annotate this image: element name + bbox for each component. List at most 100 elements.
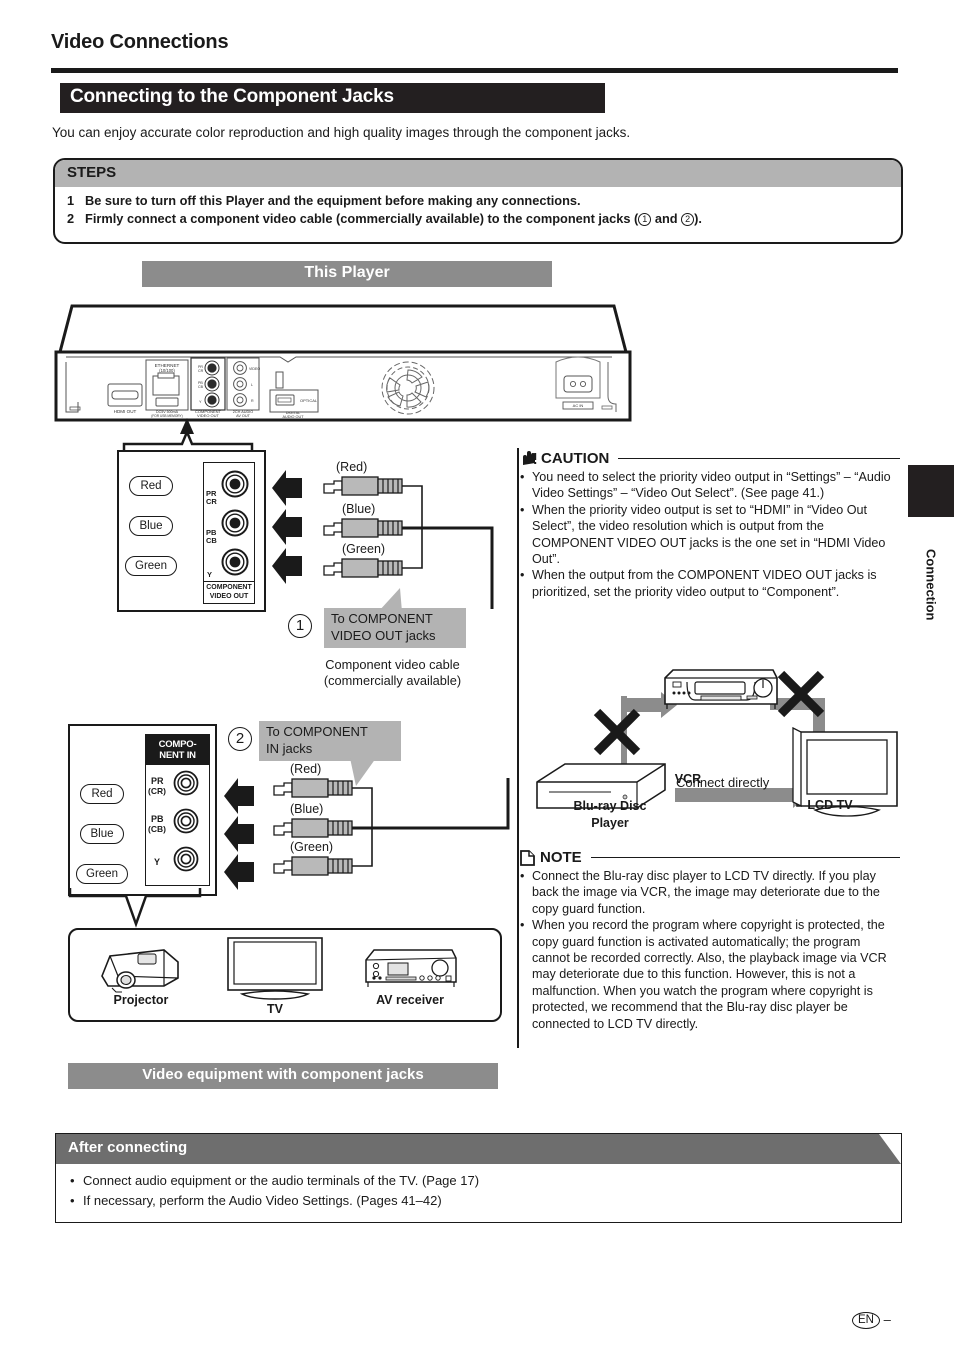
lcd-tv-label: LCD TV	[807, 798, 853, 812]
side-tab-label: Connection	[923, 549, 939, 621]
caution-bullet: • You need to select the priority video o…	[520, 469, 900, 502]
column-separator	[517, 448, 519, 1048]
callout-in-line2: IN jacks	[266, 740, 313, 756]
in-jack-label-cb: (CB)	[148, 824, 166, 834]
caution-heading: CAUTION	[541, 450, 610, 467]
in-arrows	[224, 778, 254, 890]
component-video-out-detail: Red Blue Green PR CR PB CB Y COMPONENT V…	[117, 450, 266, 612]
bullet-dot: •	[520, 869, 525, 883]
svg-text:AC IN: AC IN	[573, 403, 584, 408]
after-connecting-header: After connecting	[56, 1134, 901, 1164]
component-cable-top	[323, 476, 494, 609]
caution-bullets: • You need to select the priority video o…	[520, 469, 900, 600]
in-jack-label-pr: PR	[151, 776, 164, 786]
header-rule	[51, 68, 898, 73]
caution-bullet: • When the priority video output is set t…	[520, 502, 900, 568]
in-jack-label-y: Y	[154, 857, 161, 867]
after-connecting-text: Connect audio equipment or the audio ter…	[83, 1173, 480, 1188]
bullet-dot: •	[520, 918, 525, 933]
callout-1-tail	[378, 588, 402, 612]
bullet-dot: •	[70, 1173, 75, 1188]
steps-item-text: Be sure to turn off this Player and the …	[85, 193, 581, 208]
equipment-label-av-receiver: AV receiver	[376, 993, 444, 1007]
svg-text:(10/100): (10/100)	[159, 368, 175, 373]
out-jack-strip-footer: COMPONENT VIDEO OUT	[204, 581, 254, 603]
svg-text:VIDEO: VIDEO	[249, 367, 260, 371]
after-connecting-item: • Connect audio equipment or the audio te…	[70, 1171, 901, 1191]
rca-plug-blue	[323, 518, 403, 538]
caution-rule	[618, 457, 900, 460]
note-header: NOTE	[520, 849, 900, 866]
after-connecting-heading: After connecting	[68, 1139, 188, 1156]
section-intro: You can enjoy accurate color reproductio…	[52, 125, 631, 140]
steps-item: 2 Firmly connect a component video cable…	[67, 210, 901, 228]
circled-number-1: 1	[638, 212, 652, 226]
component-in-detail: Red Blue Green COMPO- NENT IN PR (CR) PB…	[68, 724, 217, 896]
rear-panel-illustration: HDMI OUT ETHERNET (10/100) DC5V 500mA (F…	[52, 300, 634, 425]
plug-label-red-bottom: (Red)	[290, 762, 322, 776]
in-jack-label-pb: PB	[151, 814, 164, 824]
in-header-line1: COMPO-	[158, 739, 197, 750]
callout-line1: To COMPONENT	[331, 611, 433, 626]
caution-bullet-text: When the output from the COMPONENT VIDEO…	[532, 568, 877, 599]
in-box-callout-pointer	[68, 888, 202, 928]
bullet-dot: •	[70, 1193, 75, 1208]
after-connecting-item: • If necessary, perform the Audio Video S…	[70, 1191, 901, 1211]
panel-callout-pointer	[122, 418, 254, 452]
out-arrows	[272, 470, 302, 584]
blu-ray-label-line1: Blu-ray Disc	[573, 799, 647, 813]
video-equipment-banner: Video equipment with component jacks	[68, 1063, 498, 1089]
color-label-blue-out: Blue	[129, 516, 173, 536]
cable-caption-line1: Component video cable	[325, 657, 460, 672]
svg-text:CR: CR	[198, 369, 204, 373]
steps-item-number: 2	[67, 210, 75, 226]
step-marker-2: 2	[228, 727, 252, 751]
rca-plug-red	[323, 476, 403, 496]
callout-component-in: To COMPONENT IN jacks	[259, 721, 401, 761]
note-rule	[590, 856, 900, 859]
steps-item-text: Firmly connect a component video cable (…	[85, 210, 702, 228]
steps-item-number: 1	[67, 193, 75, 208]
blu-ray-label-line2: Player	[591, 816, 629, 830]
in-jack-strip-header: COMPO- NENT IN	[146, 735, 209, 765]
av-receiver-icon	[365, 949, 457, 987]
caution-bullet-text: When the priority video output is set to…	[532, 502, 886, 567]
equipment-label-tv: TV	[267, 1002, 283, 1016]
steps-text-part-c: ).	[694, 210, 702, 226]
note-page-icon	[520, 849, 535, 866]
this-player-banner-label: This Player	[304, 264, 390, 281]
component-cable-bottom	[273, 778, 510, 876]
tv-icon	[227, 937, 323, 1000]
plug-label-red-top: (Red)	[336, 460, 368, 474]
cable-caption-line2: (commercially available)	[323, 673, 462, 688]
after-connecting-box: After connecting • Connect audio equipmen…	[55, 1133, 902, 1223]
rca-plug-red-b	[273, 778, 353, 798]
color-label-red-out: Red	[129, 476, 173, 496]
out-footer-line2: VIDEO OUT	[209, 592, 249, 600]
callout-component-video-out: To COMPONENT VIDEO OUT jacks	[324, 608, 466, 648]
callout-in-line1: To COMPONENT	[266, 724, 368, 739]
connect-directly-text: Connect directly	[676, 775, 770, 790]
bullet-dot: •	[520, 502, 525, 517]
this-player-banner: This Player	[142, 261, 552, 287]
color-label-red-in: Red	[80, 784, 124, 804]
rca-plug-green	[323, 558, 403, 578]
svg-text:HDMI OUT: HDMI OUT	[114, 409, 137, 414]
bullet-dot: •	[520, 568, 525, 583]
note-bullet-text: When you record the program where copyri…	[532, 918, 887, 1031]
note-bullets: • Connect the Blu-ray disc player to LCD …	[520, 868, 900, 1032]
projector-icon	[101, 949, 179, 993]
language-badge: EN	[852, 1312, 880, 1329]
circled-number-2: 2	[681, 212, 695, 226]
section-title-bar: Connecting to the Component Jacks	[60, 83, 605, 113]
out-jack-label-cb: CB	[206, 536, 217, 545]
in-jack-label-cr: (CR)	[148, 786, 166, 796]
color-label-green-in: Green	[76, 864, 128, 884]
out-jack-label-cr: CR	[206, 497, 217, 506]
caution-header: CAUTION	[520, 450, 900, 467]
note-heading: NOTE	[540, 849, 582, 866]
after-connecting-list: • Connect audio equipment or the audio te…	[56, 1164, 901, 1211]
equipment-label-projector: Projector	[113, 993, 169, 1007]
steps-box: STEPS 1 Be sure to turn off this Player …	[53, 158, 903, 244]
svg-text:L: L	[251, 383, 253, 387]
